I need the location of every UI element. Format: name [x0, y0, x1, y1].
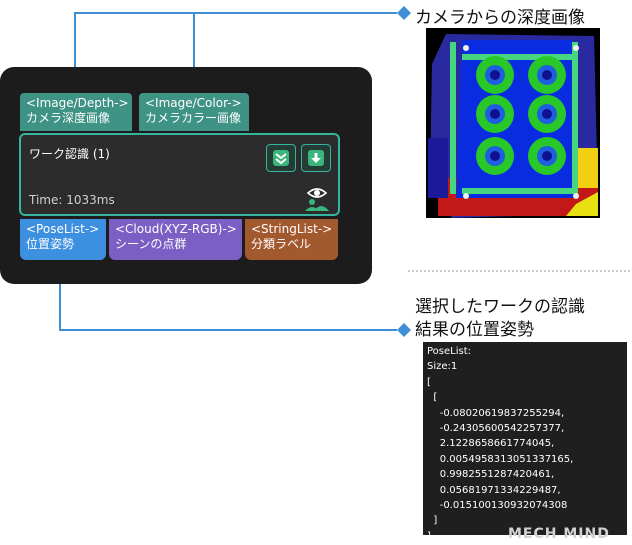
output-port-poselist-type: <PoseList->: [26, 222, 100, 236]
result-caption-line1: 選択したワークの認識: [415, 297, 585, 317]
depth-image-caption: カメラからの深度画像: [415, 8, 585, 28]
output-port-stringlist-label: 分類ラベル: [251, 237, 312, 251]
download-button[interactable]: [301, 144, 331, 172]
poselist-value: 0.05681971334229487,: [427, 484, 561, 496]
poselist-value: -0.08020619837255294,: [427, 407, 565, 419]
poselist-size: Size:1: [427, 361, 458, 373]
poselist-value: -0.24305600542257377,: [427, 423, 565, 435]
download-arrow-icon: [308, 150, 324, 166]
result-caption-line2: 結果の位置姿勢: [415, 320, 534, 340]
input-port-depth[interactable]: <Image/Depth-> カメラ深度画像: [20, 93, 132, 131]
input-port-color[interactable]: <Image/Color-> カメラカラー画像: [139, 93, 249, 131]
poselist-output-box: PoseList: Size:1 [ [ -0.0802061983725529…: [423, 342, 627, 542]
output-port-cloud-label: シーンの点群: [115, 237, 187, 251]
input-port-depth-type: <Image/Depth->: [26, 96, 129, 110]
poselist-value: 2.1228658661774045,: [427, 438, 555, 450]
depth-image: [426, 28, 600, 218]
input-port-color-label: カメラカラー画像: [145, 111, 242, 125]
collapse-button[interactable]: [266, 144, 296, 172]
step-body[interactable]: ワーク認識 (1) Time: 1033ms: [19, 133, 340, 216]
output-port-poselist-label: 位置姿勢: [26, 237, 75, 251]
step-title: ワーク認識 (1): [29, 147, 110, 161]
output-port-cloud-type: <Cloud(XYZ-RGB)->: [115, 222, 237, 236]
poselist-header: PoseList:: [427, 346, 472, 357]
poselist-value: 0.9982551287420461,: [427, 469, 555, 481]
poselist-line: [: [427, 376, 431, 388]
poselist-value: -0.015100130932074308: [427, 500, 568, 512]
output-port-cloud[interactable]: <Cloud(XYZ-RGB)-> シーンの点群: [109, 219, 242, 260]
input-port-color-type: <Image/Color->: [145, 96, 242, 110]
output-port-stringlist[interactable]: <StringList-> 分類ラベル: [245, 219, 338, 260]
poselist-value: 0.0054958313051337165,: [427, 453, 574, 465]
output-port-poselist[interactable]: <PoseList-> 位置姿勢: [20, 219, 106, 260]
poselist-line: [: [427, 392, 438, 404]
down-chevron-icon: [273, 150, 289, 166]
eye-person-icon[interactable]: [304, 185, 330, 211]
output-port-stringlist-type: <StringList->: [251, 222, 333, 236]
input-port-depth-label: カメラ深度画像: [26, 111, 111, 125]
watermark: MECH MIND: [508, 526, 610, 542]
step-time: Time: 1033ms: [29, 193, 115, 207]
